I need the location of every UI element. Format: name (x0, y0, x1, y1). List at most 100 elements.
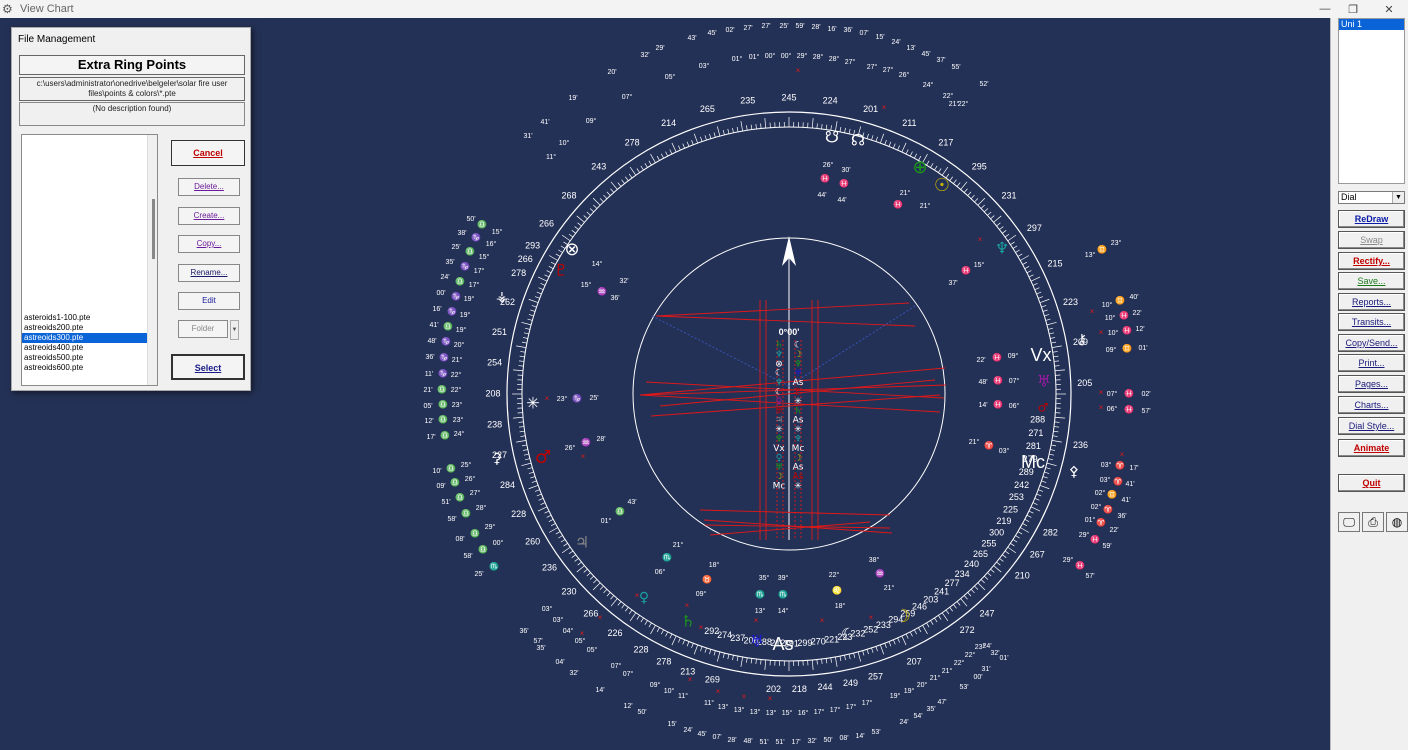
position-label: 57' (1141, 408, 1150, 415)
rename-button[interactable]: Rename... (178, 264, 240, 282)
position-label: ♎ (437, 384, 447, 394)
swap-button[interactable]: Swap (1338, 231, 1405, 249)
position-label: ♎ (443, 321, 453, 331)
position-label: ♊ (1115, 295, 1125, 305)
position-label: 28' (811, 24, 820, 31)
vertex-asteroid-glyph[interactable]: ⚶ (496, 289, 508, 305)
globe-icon[interactable]: ◍ (1386, 512, 1408, 532)
position-label: 11° (678, 692, 688, 700)
degree-tick (888, 641, 892, 647)
fortune-glyph[interactable]: ⊗ (564, 239, 579, 260)
position-label: 22' (976, 357, 985, 364)
rectify-button[interactable]: Rectify... (1338, 252, 1405, 270)
earth-glyph[interactable]: ⊕ (912, 157, 927, 178)
edit-button[interactable]: Edit (178, 292, 240, 310)
delete-button[interactable]: Delete... (178, 178, 240, 196)
position-label: 58' (463, 553, 472, 560)
degree-tick (963, 595, 968, 600)
uranus-bottom-glyph[interactable]: ♅ (750, 632, 764, 651)
ring-degree-label: 266 (583, 608, 598, 618)
dial-style-button[interactable]: Dial Style... (1338, 417, 1405, 435)
redraw-button[interactable]: ReDraw (1338, 210, 1405, 228)
folder-button[interactable]: Folder (178, 320, 228, 338)
mars-right-glyph[interactable]: ♂ (1038, 401, 1049, 415)
file-list-item[interactable]: astreoids200.pte (22, 323, 147, 333)
chiron-glyph[interactable]: ⚷ (1077, 332, 1087, 348)
position-label: 15° (581, 281, 592, 289)
folder-dropdown-arrow[interactable]: ▼ (230, 320, 239, 340)
printer-icon[interactable]: ⎙ (1362, 512, 1384, 532)
transits-button[interactable]: Transits... (1338, 313, 1405, 331)
degree-tick (606, 191, 611, 196)
degree-tick (740, 656, 743, 667)
vertex-label: Vx (1030, 345, 1051, 365)
position-label: 09' (436, 483, 445, 490)
file-list-item[interactable]: astreoids400.pte (22, 343, 147, 353)
uranus-glyph[interactable]: ♅ (1037, 372, 1051, 391)
pages-button[interactable]: Pages... (1338, 375, 1405, 393)
file-list-item[interactable]: astreoids500.pte (22, 353, 147, 363)
position-label: 01' (999, 655, 1008, 662)
venus-glyph[interactable]: ♀ (639, 590, 649, 606)
position-label: 18° (835, 602, 846, 610)
file-list-item[interactable]: asteroids1-100.pte (22, 313, 147, 323)
chart-list-item[interactable]: Uni 1 (1339, 19, 1404, 30)
save-button[interactable]: Save... (1338, 272, 1405, 290)
degree-tick (736, 126, 739, 132)
quit-button[interactable]: Quit (1338, 474, 1405, 492)
copy-send-button[interactable]: Copy/Send... (1338, 334, 1405, 352)
cancel-button[interactable]: Cancel (171, 140, 245, 166)
toyota-glyph[interactable]: ⚴ (1069, 464, 1079, 480)
position-label: 30' (841, 167, 850, 174)
dial-type-select[interactable]: Dial ▼ (1338, 191, 1405, 204)
degree-tick (893, 639, 896, 645)
mars-glyph[interactable]: ♂ (535, 447, 551, 468)
select-button[interactable]: Select (171, 354, 245, 380)
position-label: ♏ (662, 552, 672, 562)
position-label: 24' (683, 727, 692, 734)
monitor-icon[interactable]: 🖵 (1338, 512, 1360, 532)
mercury-glyph[interactable]: ✳ (526, 394, 539, 413)
scrollbar-thumb[interactable] (152, 199, 155, 259)
red-marker: × (1099, 328, 1104, 337)
degree-tick (945, 609, 950, 615)
chart-list[interactable]: Uni 1 (1338, 18, 1405, 184)
file-list-item[interactable]: astreoids600.pte (22, 363, 147, 373)
degree-tick (888, 141, 892, 147)
degree-tick (871, 135, 874, 141)
restore-button[interactable]: ❐ (1334, 0, 1372, 18)
degree-tick (740, 121, 743, 132)
file-list-scrollbar[interactable] (147, 135, 157, 385)
sun-glyph[interactable]: ☉ (934, 175, 950, 196)
ceres-glyph[interactable]: ⚳ (492, 451, 502, 467)
degree-tick (1004, 233, 1010, 238)
position-label: 09° (586, 117, 597, 125)
position-label: 01° (601, 517, 612, 525)
neptune-glyph[interactable]: ♆ (995, 239, 1009, 258)
reports-button[interactable]: Reports... (1338, 293, 1405, 311)
position-label: 22° (451, 371, 462, 379)
animate-button[interactable]: Animate (1338, 439, 1405, 457)
south-node-glyph[interactable]: ☋ (825, 128, 839, 147)
position-label: 43' (627, 499, 636, 506)
ring-degree-label: 238 (487, 419, 502, 429)
print-button[interactable]: Print... (1338, 354, 1405, 372)
copy-button[interactable]: Copy... (178, 235, 240, 253)
file-list[interactable]: asteroids1-100.pte astreoids200.pte astreo… (21, 134, 158, 386)
saturn-glyph[interactable]: ♄ (681, 612, 695, 631)
north-node-glyph[interactable]: ☊ (851, 131, 865, 150)
file-list-item[interactable]: astreoids300.pte (22, 333, 147, 343)
degree-tick (974, 585, 979, 590)
moon-glyph[interactable]: ☾ (841, 625, 855, 644)
position-label: 41' (540, 119, 549, 126)
close-button[interactable]: ✕ (1370, 0, 1408, 18)
chevron-down-icon[interactable]: ▼ (1392, 192, 1404, 203)
pluto-glyph[interactable]: ♇ (554, 261, 568, 280)
create-button[interactable]: Create... (178, 207, 240, 225)
degree-tick (518, 365, 524, 367)
moon-gold-glyph[interactable]: ☽ (895, 606, 911, 627)
degree-tick (1052, 351, 1058, 353)
degree-tick (555, 531, 561, 535)
jupiter-glyph[interactable]: ♃ (575, 533, 589, 552)
charts-button[interactable]: Charts... (1338, 396, 1405, 414)
